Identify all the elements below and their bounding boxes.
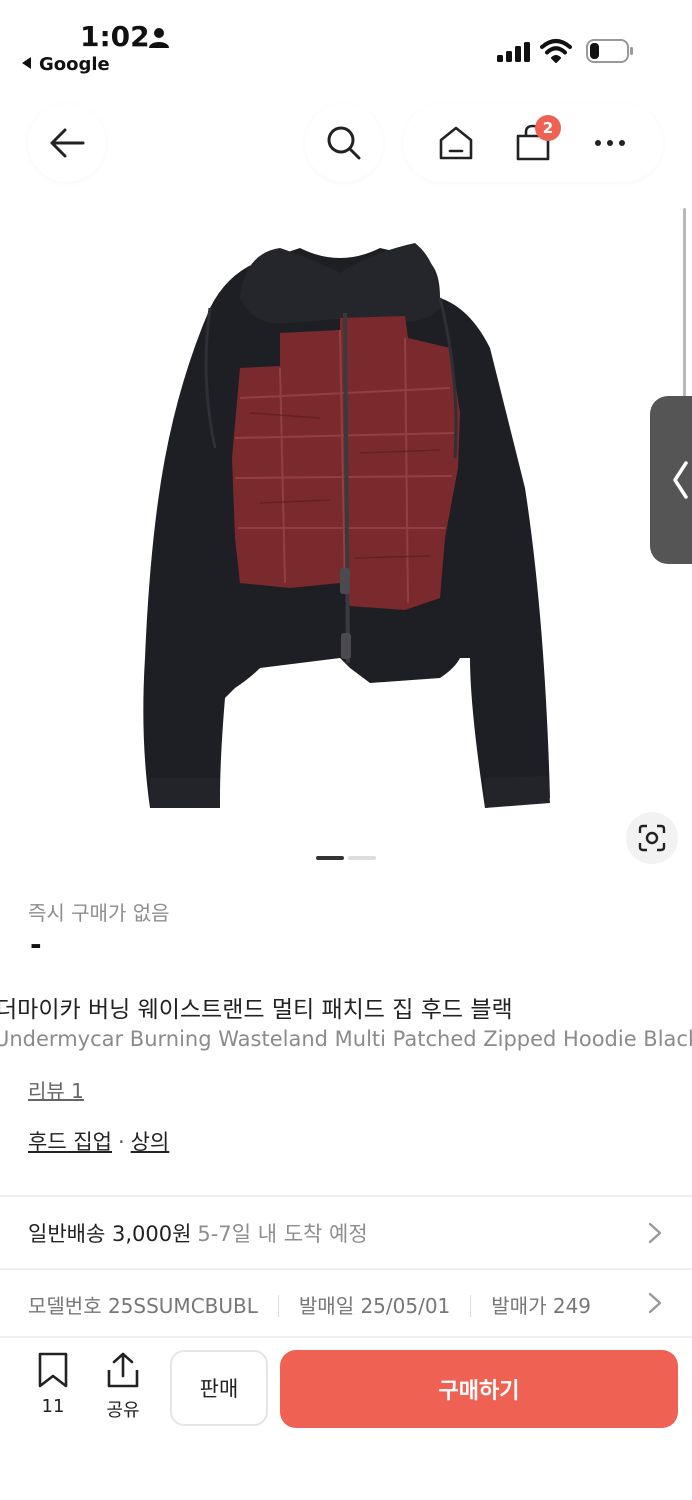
- back-to-app-link[interactable]: Google: [22, 54, 110, 75]
- share-button[interactable]: 공유: [100, 1352, 146, 1422]
- product-specs-row[interactable]: 모델번호 25SSUMCBUBL 발매일 25/05/01 발매가 249: [0, 1270, 692, 1336]
- category-link-tops[interactable]: 상의: [131, 1130, 170, 1154]
- share-icon: [107, 1352, 139, 1388]
- person-icon: [149, 28, 169, 48]
- shipping-text: 일반배송 3,000원 5-7일 내 도착 예정: [28, 1218, 368, 1248]
- carousel-dot-active: [316, 856, 344, 860]
- wifi-icon: [540, 39, 572, 63]
- review-link[interactable]: 리뷰 1: [28, 1075, 84, 1104]
- sell-button[interactable]: 판매: [170, 1350, 268, 1426]
- spec-separator: [470, 1295, 472, 1317]
- model-number: 모델번호 25SSUMCBUBL: [28, 1294, 258, 1318]
- category-separator: ·: [117, 1130, 125, 1154]
- carousel-dot: [348, 856, 376, 860]
- arrow-left-icon: [50, 128, 85, 158]
- lens-icon: [638, 824, 666, 852]
- specs-list: 모델번호 25SSUMCBUBL 발매일 25/05/01 발매가 249: [28, 1290, 591, 1319]
- image-carousel-indicator: [316, 856, 376, 860]
- more-dots-icon: [595, 140, 626, 146]
- chevron-right-icon: [648, 1292, 662, 1314]
- home-icon: [439, 126, 472, 160]
- cart-button[interactable]: 2: [503, 113, 563, 173]
- search-button[interactable]: [305, 104, 383, 182]
- bookmark-icon: [38, 1352, 68, 1388]
- category-link-hoodie-zipup[interactable]: 후드 집업: [28, 1130, 112, 1154]
- chevron-left-icon: [673, 461, 688, 499]
- shipping-eta: 5-7일 내 도착 예정: [197, 1222, 368, 1246]
- section-divider: [0, 1195, 692, 1197]
- back-button[interactable]: [28, 104, 106, 182]
- home-button[interactable]: [426, 113, 486, 173]
- product-title-korean: 더마이카 버닝 웨이스트랜드 멀티 패치드 집 후드 블랙: [0, 997, 513, 1023]
- cellular-signal-icon: [497, 42, 530, 62]
- shipping-info-row[interactable]: 일반배송 3,000원 5-7일 내 도착 예정: [0, 1198, 692, 1268]
- bookmark-count: 11: [41, 1396, 65, 1417]
- release-date: 발매일 25/05/01: [298, 1294, 451, 1318]
- side-panel-tab[interactable]: [650, 396, 692, 564]
- product-photo-hoodie[interactable]: [140, 238, 560, 818]
- bottom-action-bar: 11 공유 판매 구매하기: [0, 1336, 692, 1500]
- back-app-label: Google: [39, 54, 110, 75]
- bookmark-button[interactable]: 11: [30, 1352, 76, 1417]
- status-bar: 1:02 Google: [0, 0, 692, 90]
- search-icon: [327, 126, 361, 160]
- spec-separator: [277, 1295, 279, 1317]
- cart-count-badge: 2: [534, 115, 561, 141]
- share-label: 공유: [106, 1400, 140, 1421]
- status-time: 1:02: [80, 20, 150, 53]
- product-title-english: Undermycar Burning Wasteland Multi Patch…: [0, 1027, 692, 1051]
- chevron-right-icon: [648, 1222, 662, 1244]
- price-value: -: [30, 928, 42, 961]
- release-price: 발매가 249: [491, 1294, 592, 1318]
- category-breadcrumb: 후드 집업 · 상의: [28, 1126, 169, 1156]
- page-scroll-indicator: [683, 208, 686, 398]
- shipping-method: 일반배송 3,000원: [28, 1222, 192, 1246]
- more-options-button[interactable]: [580, 113, 640, 173]
- price-caption: 즉시 구매가 없음: [28, 901, 170, 925]
- battery-icon: [586, 39, 633, 63]
- buy-button[interactable]: 구매하기: [280, 1350, 678, 1428]
- image-search-button[interactable]: [626, 812, 678, 864]
- back-triangle-icon: [22, 57, 31, 69]
- nav-action-group: 2: [403, 104, 663, 182]
